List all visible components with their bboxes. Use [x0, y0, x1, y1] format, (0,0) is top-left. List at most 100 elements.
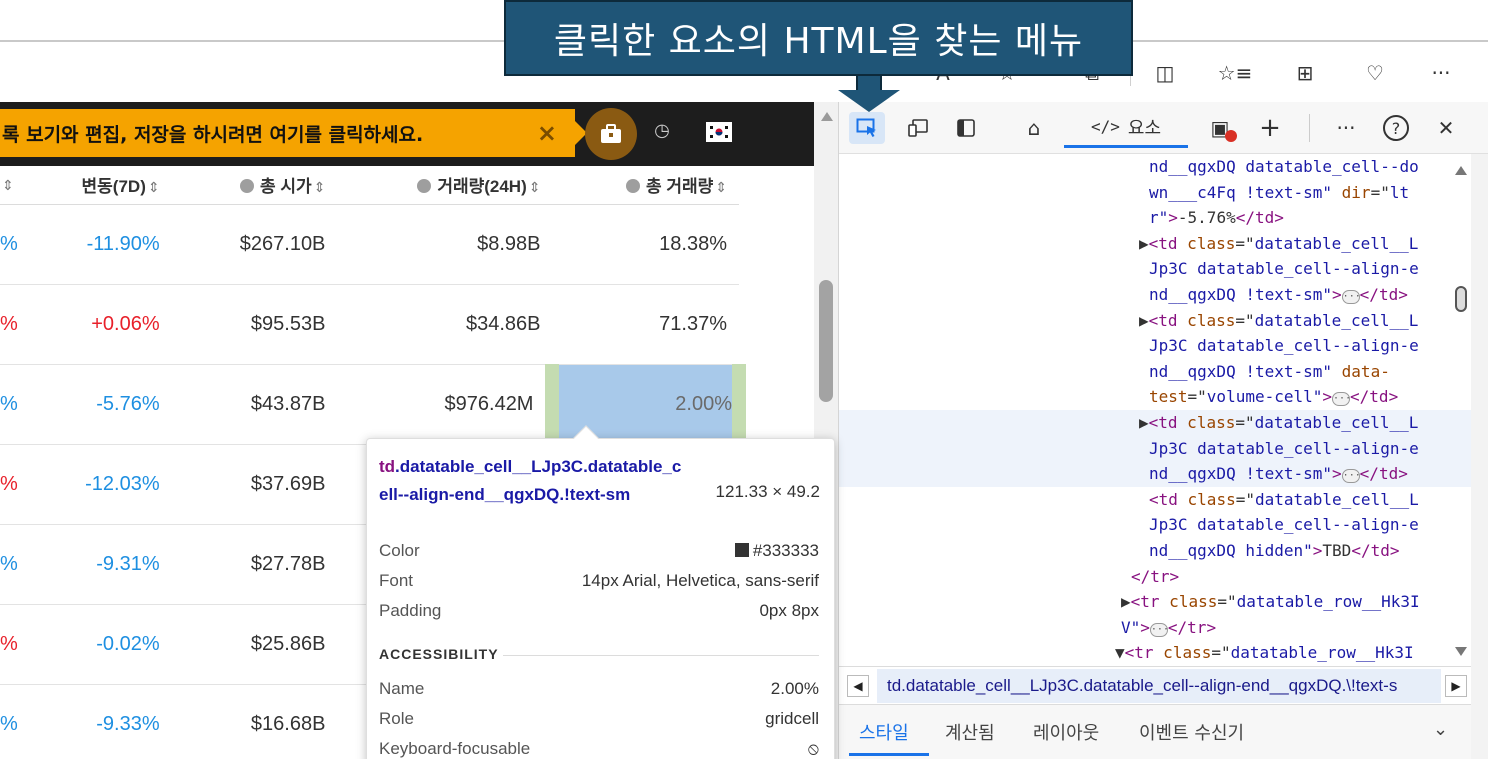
- scrollbar-thumb[interactable]: [1455, 286, 1467, 312]
- dom-tree-line[interactable]: ▼<tr class="datatable_row__Hk3I: [839, 640, 1471, 666]
- dom-tree-line[interactable]: <td class="datatable_cell__L: [839, 487, 1471, 513]
- ellipsis-icon[interactable]: ···: [1341, 469, 1361, 484]
- scroll-up-icon[interactable]: [1455, 166, 1467, 175]
- device-emulation-icon[interactable]: [901, 112, 935, 144]
- tab-event-listeners[interactable]: 이벤트 수신기: [1139, 719, 1244, 745]
- table-row[interactable]: % +0.06% $95.53B $34.86B 71.37%: [0, 284, 739, 365]
- table-row[interactable]: % -11.90% $267.10B $8.98B 18.38%: [0, 204, 739, 285]
- volume-cell: $976.42M: [337, 364, 553, 445]
- total-volume-cell: 18.38%: [552, 204, 739, 285]
- korea-flag-icon[interactable]: [706, 122, 732, 142]
- chevron-down-icon[interactable]: ⌄: [1433, 719, 1448, 740]
- change-7d-cell: +0.06%: [29, 284, 172, 365]
- scrollbar-thumb[interactable]: [819, 280, 833, 402]
- dom-token: >: [1322, 387, 1333, 407]
- dom-tree-line[interactable]: nd__qgxDQ hidden">TBD</td>: [839, 538, 1471, 564]
- percent-cell: %: [0, 524, 30, 605]
- split-screen-icon[interactable]: ◫: [1148, 56, 1182, 90]
- dom-tree-line[interactable]: test="volume-cell">···</td>: [839, 384, 1471, 410]
- column-header-market-cap[interactable]: 총 시가 ⇕: [171, 166, 338, 205]
- market-cap-cell: $267.10B: [171, 204, 338, 285]
- tooltip-name-row: Name 2.00%: [379, 679, 819, 698]
- change-7d-cell: -9.31%: [29, 524, 172, 605]
- divider: [503, 655, 819, 656]
- expand-triangle-icon[interactable]: ▶: [1139, 311, 1149, 330]
- scroll-up-icon[interactable]: [821, 112, 833, 121]
- dom-tree-line[interactable]: ▶<td class="datatable_cell__L: [839, 308, 1471, 334]
- collections-icon[interactable]: ⊞: [1288, 56, 1322, 90]
- dom-tree-line[interactable]: Jp3C datatable_cell--align-e: [839, 256, 1471, 282]
- home-icon[interactable]: ⌂: [1017, 112, 1051, 144]
- column-header-percent[interactable]: ⇕: [0, 166, 30, 205]
- close-icon[interactable]: ×: [537, 119, 557, 147]
- accessibility-heading: ACCESSIBILITY: [379, 646, 499, 662]
- tab-styles[interactable]: 스타일: [859, 719, 909, 745]
- help-icon[interactable]: ?: [1379, 112, 1413, 144]
- expand-triangle-icon[interactable]: ▼: [1115, 643, 1125, 662]
- dom-tree-line[interactable]: wn___c4Fq !text-sm" dir="lt: [839, 180, 1471, 206]
- dom-tree-line[interactable]: nd__qgxDQ !text-sm" data-: [839, 359, 1471, 385]
- dom-tree-line[interactable]: nd__qgxDQ datatable_cell--do: [839, 154, 1471, 180]
- column-header-volume-24h[interactable]: 거래량(24H) ⇕: [337, 166, 553, 205]
- inspect-glyph: [856, 118, 876, 137]
- dom-tree-line[interactable]: nd__qgxDQ !text-sm">···</td>: [839, 461, 1471, 487]
- tab-elements[interactable]: </> 요소: [1064, 108, 1188, 148]
- briefcase-icon[interactable]: [585, 108, 637, 160]
- breadcrumb-left-icon[interactable]: ◀: [847, 675, 869, 697]
- favorites-icon[interactable]: ☆≡: [1218, 56, 1253, 90]
- clock-icon[interactable]: ◷: [650, 120, 674, 144]
- close-devtools-icon[interactable]: ✕: [1429, 112, 1463, 144]
- dom-token: <td: [1149, 489, 1178, 509]
- breadcrumb-selected-node[interactable]: td.datatable_cell__LJp3C.datatable_cell-…: [877, 669, 1441, 703]
- dom-breadcrumb: ◀ td.datatable_cell__LJp3C.datatable_cel…: [839, 666, 1471, 704]
- dom-tree-line[interactable]: </tr>: [839, 564, 1471, 590]
- dom-tree-scrollbar[interactable]: [1451, 154, 1471, 666]
- percent-cell: %: [0, 284, 30, 365]
- scroll-down-icon[interactable]: [1455, 647, 1467, 656]
- dom-token: datatable_row__Hk3I: [1230, 643, 1414, 663]
- market-cap-cell: $27.78B: [171, 524, 338, 605]
- table-header-row: ⇕ 변동(7D) ⇕ 총 시가 ⇕ 거래량(24H) ⇕ 총 거래량 ⇕: [0, 166, 739, 205]
- promo-banner[interactable]: 록 보기와 편집, 저장을 하시려면 여기를 클릭하세요. ×: [0, 109, 587, 157]
- dom-token: class: [1177, 310, 1236, 330]
- dom-tree-line[interactable]: V">···</tr>: [839, 615, 1471, 641]
- more-icon[interactable]: ···: [1424, 56, 1458, 90]
- ellipsis-icon[interactable]: ···: [1149, 622, 1169, 637]
- dom-token: nd__qgxDQ !text-sm": [1149, 285, 1333, 304]
- console-icon[interactable]: ▣: [1203, 112, 1237, 144]
- dom-token: <tr: [1124, 643, 1154, 663]
- dock-side-icon[interactable]: [949, 112, 983, 144]
- dom-tree-line[interactable]: ▶<td class="datatable_cell__L: [839, 231, 1471, 257]
- dom-token: class: [1153, 643, 1212, 663]
- dom-token: datatable_cell__L: [1254, 233, 1419, 253]
- more-tools-icon[interactable]: ···: [1329, 112, 1363, 144]
- column-header-change-7d[interactable]: 변동(7D) ⇕: [29, 166, 172, 205]
- add-tab-icon[interactable]: +: [1253, 112, 1287, 144]
- inspect-element-icon[interactable]: [849, 112, 885, 144]
- expand-triangle-icon[interactable]: ▶: [1121, 592, 1131, 611]
- table-row[interactable]: % -5.76% $43.87B $976.42M 2.00%: [0, 364, 746, 445]
- expand-triangle-icon[interactable]: ▶: [1139, 413, 1149, 432]
- dom-tree-line[interactable]: r">-5.76%</td>: [839, 205, 1471, 231]
- dom-tree-line[interactable]: Jp3C datatable_cell--align-e: [839, 512, 1471, 538]
- tab-computed[interactable]: 계산됨: [945, 719, 995, 745]
- column-header-total-volume[interactable]: 총 거래량 ⇕: [552, 166, 739, 205]
- dom-tree-line[interactable]: Jp3C datatable_cell--align-e: [839, 333, 1471, 359]
- ellipsis-icon[interactable]: ···: [1341, 290, 1361, 304]
- browser-essentials-icon[interactable]: ♡: [1358, 56, 1392, 90]
- dom-token: =": [1370, 182, 1390, 202]
- dom-token: nd__qgxDQ datatable_cell--do: [1149, 157, 1419, 176]
- tab-layout[interactable]: 레이아웃: [1033, 719, 1099, 745]
- change-7d-cell: -5.76%: [29, 364, 172, 445]
- dom-token: </tr>: [1131, 566, 1180, 586]
- dom-tree: nd__qgxDQ datatable_cell--do wn___c4Fq !t…: [839, 154, 1471, 666]
- dom-tree-line[interactable]: nd__qgxDQ !text-sm">···</td>: [839, 282, 1471, 308]
- expand-triangle-icon[interactable]: ▶: [1139, 234, 1149, 253]
- ellipsis-icon[interactable]: ···: [1332, 392, 1351, 407]
- callout-arrow-head: [838, 90, 900, 112]
- dom-token: >: [1168, 208, 1178, 228]
- dom-tree-line[interactable]: ▶<tr class="datatable_row__Hk3I: [839, 589, 1471, 615]
- dom-tree-line[interactable]: ▶<td class="datatable_cell__L: [839, 410, 1471, 436]
- breadcrumb-right-icon[interactable]: ▶: [1445, 675, 1467, 697]
- dom-tree-line[interactable]: Jp3C datatable_cell--align-e: [839, 435, 1471, 462]
